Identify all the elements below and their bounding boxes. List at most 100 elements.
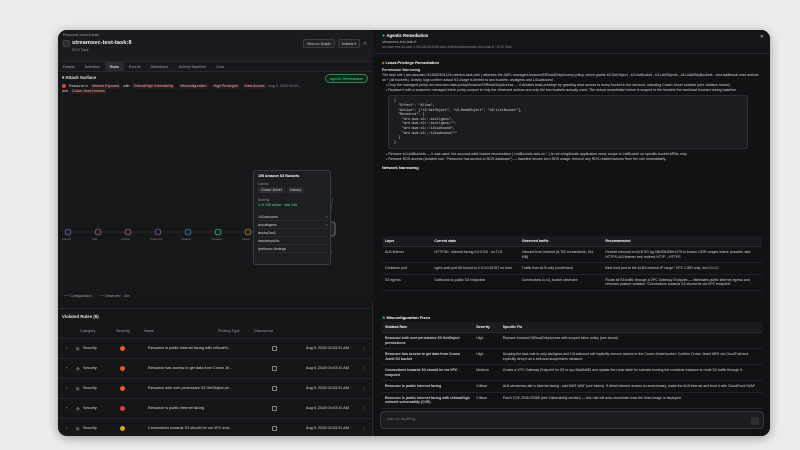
table-cell: Replace AmazonS3ReadOnlyAccess with scop… <box>499 332 762 349</box>
chat-box <box>380 411 764 429</box>
breadcrumb[interactable]: Resource current state <box>63 33 99 37</box>
app-window: Resource current state streamsec-test-ta… <box>58 30 770 436</box>
list-item[interactable]: fyrbhnew-findings <box>258 245 328 253</box>
expand-chevron-icon[interactable]: › <box>66 366 67 370</box>
expand-chevron-icon[interactable]: › <box>66 406 67 410</box>
section-misconfiguration: ↯ Misconfiguration Fixes <box>382 315 430 320</box>
more-options-icon[interactable]: ⋮ <box>362 386 366 391</box>
row-name: Resource with over permissive S3 GetObje… <box>148 386 232 390</box>
chip-crown-jewel[interactable]: Crown Jewel <box>258 187 285 193</box>
tag-misconfiguration: Misconfiguration <box>178 84 209 89</box>
remediation-arn: arn:aws:ecs:us-east-1:551460384455:task-… <box>382 45 512 49</box>
tab-detections[interactable]: Detections <box>145 62 173 71</box>
expand-chevron-icon[interactable]: › <box>66 346 67 350</box>
table-row: Resource with over permissive S3 GetObje… <box>382 332 762 349</box>
row-discovered: Aug 5, 2025 04:03:31 AM <box>306 386 349 390</box>
network-table: Layer Current state Observed traffic Rec… <box>382 236 762 291</box>
table-row[interactable]: › ◎ Security Resource has access to get dat… <box>58 358 373 378</box>
tag-crown-jewel: Crown Jewel Access <box>70 89 107 94</box>
table-row[interactable]: › ◎ Security Resource is public internet fa… <box>58 398 373 418</box>
more-options-icon[interactable]: ⋮ <box>362 406 366 411</box>
more-options-icon[interactable]: ⋮ <box>362 346 366 351</box>
table-row[interactable]: › ◎ Security Resource with over permissive … <box>58 378 373 398</box>
graph-node-alb[interactable] <box>94 228 102 236</box>
col-finding-type[interactable]: Finding Type <box>218 329 240 333</box>
table-cell: Traffic from ALB only (confirmed) <box>518 262 603 275</box>
expand-chevron-icon[interactable]: › <box>66 426 67 430</box>
graph-node-target-group[interactable] <box>154 228 162 236</box>
list-item[interactable]: asoba2ao2 <box>258 229 328 237</box>
chat-input[interactable] <box>387 417 727 421</box>
row-name: Resource is public internet facing with … <box>148 346 231 350</box>
tab-cost[interactable]: Cost <box>211 62 229 71</box>
table-row[interactable]: › ◎ Security Resource is public internet fa… <box>58 338 373 358</box>
col-severity[interactable]: Severity <box>116 329 130 333</box>
category-icon: ◎ <box>76 387 80 391</box>
table-row: Resource is public internet facing Critic… <box>382 380 762 393</box>
more-options-icon[interactable]: ⋮ <box>362 426 366 431</box>
row-category: Security <box>83 366 97 370</box>
graph-node-internet[interactable] <box>64 228 72 236</box>
more-options-icon[interactable]: ⋮ <box>362 366 366 371</box>
graph-legend: ── Configuration ┄┄ Observed · 24h <box>64 294 130 298</box>
svg-text:Internet: Internet <box>62 237 71 241</box>
mis-col-rule: Violated Rule <box>382 322 474 333</box>
attack-surface-title[interactable]: ▾ Attack Surface <box>62 75 96 81</box>
tab-details[interactable]: Details <box>58 62 80 71</box>
graph-node-container[interactable] <box>214 228 222 236</box>
close-icon[interactable]: ✕ <box>363 41 367 47</box>
col-discovered[interactable]: Discovered <box>254 329 273 333</box>
table-cell: Container port <box>382 262 432 275</box>
tab-events[interactable]: Events <box>124 62 146 71</box>
row-name: Connections towards S3 should be via VPC… <box>148 426 233 430</box>
bucket-popup[interactable]: 155 Amazon S3 Buckets Labels Crown Jewel… <box>253 170 331 265</box>
remediation-title: ✦ Agentic Remediation <box>382 33 428 38</box>
chip-canary[interactable]: Canary <box>286 187 305 193</box>
category-icon: ◎ <box>76 347 80 351</box>
col-name[interactable]: Name <box>144 329 154 333</box>
table-row[interactable]: › ◎ Security Connections towards S3 should … <box>58 418 373 436</box>
legend-configuration-label: Configuration <box>70 294 92 298</box>
col-category[interactable]: Category <box>80 329 95 333</box>
actions-label: Actions <box>341 41 354 46</box>
table-cell: Critical <box>473 380 500 393</box>
row-category: Security <box>83 426 97 430</box>
bullet-remove-rds-text: Remove RDS access (violated rule: "Resou… <box>388 157 666 162</box>
svg-text:ALB: ALB <box>92 237 97 241</box>
graph-node-instance[interactable] <box>184 228 192 236</box>
expand-chevron-icon[interactable]: › <box>66 386 67 390</box>
attack-surface-alert: Resource is Internet Exposed with Critic… <box>62 84 368 98</box>
severity-icon <box>120 426 125 432</box>
resource-panel: Resource current state streamsec-test-ta… <box>58 30 373 436</box>
table-cell: Resource is public internet facing <box>382 380 474 393</box>
section-least-privilege: ■ Least-Privilege Remediation <box>382 60 762 66</box>
permission-paragraph: The task role ( arn:aws:iam::81465230412… <box>382 72 759 82</box>
close-icon[interactable]: ✕ <box>760 34 764 40</box>
tab-activities[interactable]: Activities <box>80 62 105 71</box>
policy-code-block[interactable]: { "Effect": "Allow", "Action": ["s3:GetO… <box>388 95 748 150</box>
net-col-observed: Observed traffic <box>518 236 603 247</box>
view-on-graph-button[interactable]: View on Graph <box>302 39 335 48</box>
tab-activity-baseline[interactable]: Activity Baseline <box>173 62 211 71</box>
svg-text:Service: Service <box>242 237 251 241</box>
popup-labels: Labels <box>258 182 269 186</box>
row-discovered: Aug 5, 2025 04:03:31 AM <box>306 406 349 410</box>
send-icon[interactable] <box>751 417 759 425</box>
list-item[interactable]: 141adsound ∿ <box>258 213 328 221</box>
bullet-replace-policy-text: Replace it with a customer-managed inlin… <box>388 87 737 92</box>
table-cell: nginx-web port 80 bound to 0.0.0.0:32787… <box>431 262 519 275</box>
section-misconfiguration-label: Misconfiguration Fixes <box>386 315 431 320</box>
table-row: S3 egress Outbound to public S3 endpoints… <box>382 274 762 291</box>
graph-node-listener[interactable] <box>124 228 132 236</box>
row-name: Resource is public internet facing <box>148 406 204 410</box>
severity-icon <box>120 406 125 412</box>
agentic-remediation-button[interactable]: Agentic Remediation <box>324 74 368 83</box>
category-icon: ◎ <box>76 407 80 411</box>
graph-node-service[interactable] <box>244 228 252 236</box>
popup-activity-label: Activity <box>258 198 270 202</box>
tab-risks[interactable]: Risks <box>104 62 124 71</box>
list-item[interactable]: dandanpublic <box>258 237 328 245</box>
list-item[interactable]: accuilsgess ∿ <box>258 221 328 229</box>
actions-button[interactable]: Actions ▾ <box>337 39 361 48</box>
svg-text:Container: Container <box>211 237 222 241</box>
